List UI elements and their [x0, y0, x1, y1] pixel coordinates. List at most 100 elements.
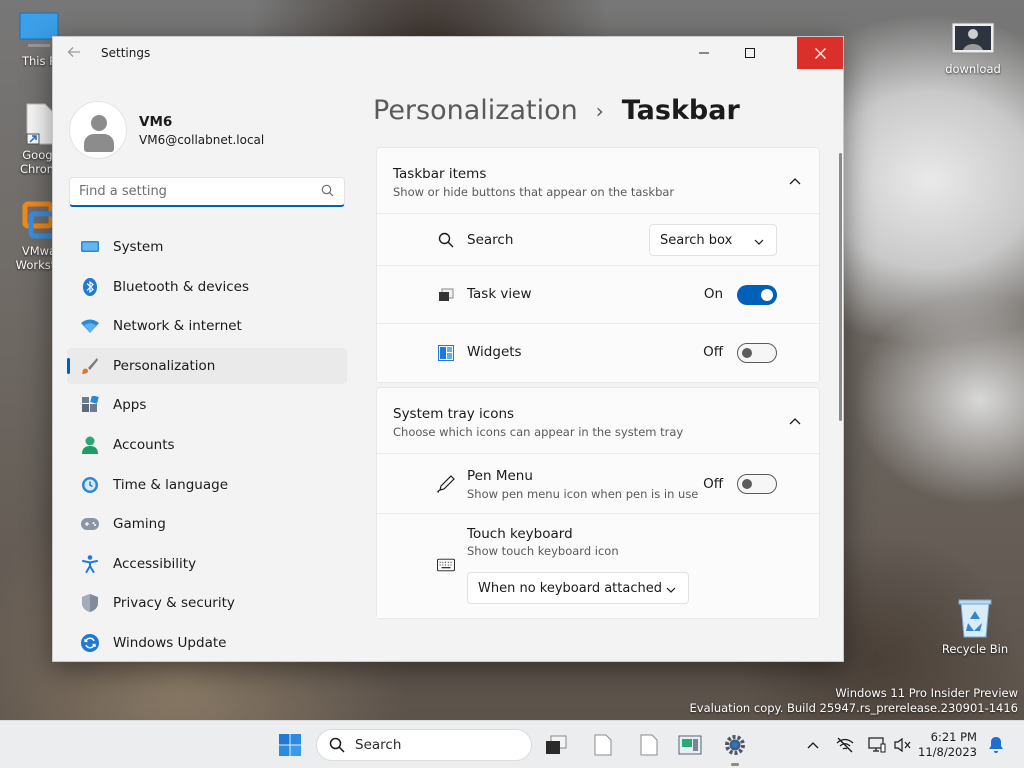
dropdown-value: Search box [660, 232, 733, 248]
nav-item-privacy[interactable]: Privacy & security [67, 585, 347, 621]
user-email: VM6@collabnet.local [139, 132, 265, 147]
user-profile[interactable]: VM6 VM6@collabnet.local [69, 101, 264, 159]
search-icon [437, 231, 455, 249]
widgets-setting-row: Widgets Off [377, 324, 819, 382]
clock-time: 6:21 PM [930, 730, 977, 744]
back-arrow-icon[interactable] [67, 45, 81, 63]
widgets-icon [437, 344, 455, 362]
nav-label: Accessibility [113, 555, 197, 572]
media-app-icon [678, 735, 702, 755]
toggle-state-label: Off [703, 476, 723, 492]
system-tray-section: System tray icons Choose which icons can… [376, 387, 820, 619]
chevron-up-icon[interactable] [789, 414, 801, 429]
running-indicator [731, 763, 739, 766]
nav-label: System [113, 239, 164, 255]
notifications-button[interactable] [986, 735, 1006, 755]
windows-logo-icon [279, 734, 301, 756]
task-view-icon [437, 286, 455, 304]
pen-menu-toggle[interactable] [737, 474, 777, 494]
touch-keyboard-setting-row: Touch keyboard Show touch keyboard icon … [377, 514, 819, 618]
search-input[interactable] [79, 184, 309, 199]
maximize-button[interactable] [727, 37, 773, 69]
dropdown-value: When no keyboard attached [478, 580, 662, 596]
display-icon [868, 737, 886, 753]
monitor-icon [81, 238, 99, 256]
search-setting-row: Search Search box [377, 214, 819, 266]
taskbar: Search 6:21 PM 11/8/2023 [0, 720, 1024, 768]
nav-item-windows-update[interactable]: Windows Update [67, 625, 347, 661]
network-status-button[interactable] [835, 735, 855, 755]
show-hidden-icons-button[interactable] [803, 735, 823, 755]
search-mode-dropdown[interactable]: Search box [649, 224, 777, 256]
chevron-up-icon[interactable] [789, 174, 801, 189]
nav-label: Personalization [113, 357, 216, 374]
touch-keyboard-dropdown[interactable]: When no keyboard attached [467, 572, 689, 604]
minimize-button[interactable] [681, 37, 727, 69]
task-view-toggle[interactable] [737, 285, 777, 305]
setting-description: Show pen menu icon when pen is in use [467, 487, 699, 501]
nav-item-time-language[interactable]: Time & language [67, 467, 347, 503]
toggle-state-label: On [703, 286, 723, 302]
setting-label: Task view [467, 286, 532, 302]
nav-item-personalization[interactable]: Personalization [67, 347, 347, 384]
task-view-icon [546, 735, 567, 754]
taskbar-search-label: Search [355, 737, 402, 753]
desktop-icon-label: download [945, 62, 1001, 76]
nav-label: Privacy & security [113, 595, 235, 612]
chevron-down-icon [754, 234, 764, 249]
nav-item-gaming[interactable]: Gaming [67, 506, 347, 542]
display-icon-button[interactable] [867, 735, 887, 755]
desktop-icon-recycle-bin[interactable]: Recycle Bin [936, 598, 1014, 656]
nav-label: Time & language [113, 476, 229, 493]
settings-search-box[interactable] [69, 177, 345, 207]
task-view-setting-row: Task view On [377, 266, 819, 324]
start-button[interactable] [274, 729, 306, 761]
avatar [69, 101, 127, 159]
taskbar-app-file-2[interactable] [633, 729, 665, 761]
taskbar-app-file[interactable] [587, 729, 619, 761]
shield-icon [81, 594, 99, 613]
person-icon [81, 436, 99, 454]
bluetooth-icon [81, 277, 99, 296]
nav-label: Gaming [113, 516, 166, 533]
volume-button[interactable] [893, 735, 913, 755]
nav-item-accessibility[interactable]: Accessibility [67, 546, 347, 582]
settings-nav: System Bluetooth & devices Network & int… [67, 229, 347, 661]
search-icon [321, 184, 334, 201]
taskbar-search[interactable]: Search [316, 729, 532, 761]
content-scrollbar[interactable] [839, 153, 842, 421]
desktop-icon-download[interactable]: download [938, 18, 1008, 76]
nav-item-network[interactable]: Network & internet [67, 308, 347, 344]
system-tray-header[interactable]: System tray icons Choose which icons can… [377, 388, 819, 454]
nav-item-accounts[interactable]: Accounts [67, 427, 347, 463]
nav-item-bluetooth[interactable]: Bluetooth & devices [67, 269, 347, 305]
keyboard-icon [437, 556, 455, 574]
evaluation-watermark: Windows 11 Pro Insider Preview Evaluatio… [690, 686, 1018, 716]
nav-item-system[interactable]: System [67, 229, 347, 265]
settings-window: Settings VM6 VM6@collabnet.local System [52, 36, 844, 662]
watermark-line: Windows 11 Pro Insider Preview [835, 686, 1018, 700]
breadcrumb-parent[interactable]: Personalization [373, 95, 578, 126]
system-clock[interactable]: 6:21 PM 11/8/2023 [918, 730, 977, 760]
setting-label: Touch keyboard [467, 526, 573, 542]
brush-icon [81, 357, 99, 375]
breadcrumb: Personalization › Taskbar [373, 95, 740, 126]
widgets-toggle[interactable] [737, 343, 777, 363]
nav-label: Bluetooth & devices [113, 278, 250, 295]
speaker-muted-icon [894, 737, 911, 753]
task-view-button[interactable] [540, 729, 572, 761]
taskbar-items-header[interactable]: Taskbar items Show or hide buttons that … [377, 148, 819, 214]
setting-description: Show touch keyboard icon [467, 544, 619, 558]
nav-item-apps[interactable]: Apps [67, 387, 347, 423]
nav-label: Apps [113, 397, 147, 414]
pen-menu-setting-row: Pen Menu Show pen menu icon when pen is … [377, 454, 819, 514]
title-bar[interactable]: Settings [53, 37, 843, 69]
toggle-state-label: Off [703, 344, 723, 360]
taskbar-app-settings[interactable] [719, 729, 751, 761]
watermark-line: Evaluation copy. Build 25947.rs_prerelea… [689, 701, 1018, 715]
close-button[interactable] [797, 37, 843, 69]
page-title: Taskbar [621, 95, 740, 126]
chevron-down-icon [666, 582, 676, 597]
taskbar-app-media[interactable] [674, 729, 706, 761]
image-thumbnail-icon [951, 18, 995, 58]
